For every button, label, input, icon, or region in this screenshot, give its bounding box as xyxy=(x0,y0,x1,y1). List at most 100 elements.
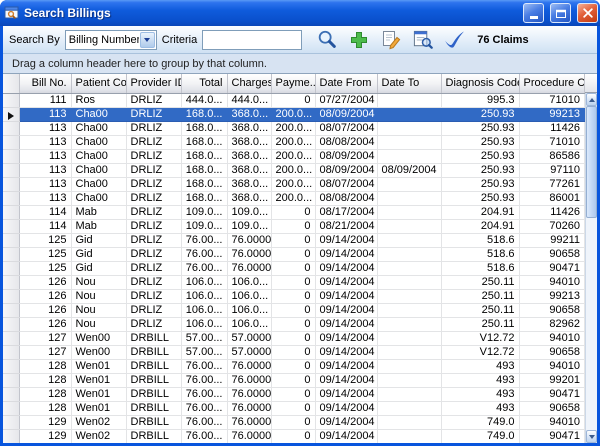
cell[interactable] xyxy=(377,135,441,149)
cell[interactable]: Wen00 xyxy=(71,345,126,359)
row-indicator-cell[interactable] xyxy=(3,289,19,303)
cell[interactable]: 128 xyxy=(19,373,71,387)
column-header-total[interactable]: Total xyxy=(181,74,227,93)
cell[interactable]: 09/14/2004 xyxy=(315,429,377,443)
cell[interactable]: 76.0000 xyxy=(227,247,271,261)
cell[interactable]: 168.0... xyxy=(181,191,227,205)
cell[interactable]: 07/27/2004 xyxy=(315,93,377,107)
cell[interactable]: 0 xyxy=(271,317,315,331)
cell[interactable]: 250.93 xyxy=(441,177,519,191)
cell[interactable]: DRLIZ xyxy=(126,121,181,135)
cell[interactable]: 168.0... xyxy=(181,149,227,163)
search-button[interactable] xyxy=(313,27,340,52)
cell[interactable] xyxy=(377,359,441,373)
cell[interactable]: 168.0... xyxy=(181,107,227,121)
cell[interactable]: DRBILL xyxy=(126,415,181,429)
cell[interactable]: Cha00 xyxy=(71,107,126,121)
row-indicator-cell[interactable] xyxy=(3,387,19,401)
table-row[interactable]: 125GidDRLIZ76.00...76.0000009/14/2004518… xyxy=(3,247,585,261)
cell[interactable]: 493 xyxy=(441,373,519,387)
table-row[interactable]: 126NouDRLIZ106.0...106.0...009/14/200425… xyxy=(3,303,585,317)
cell[interactable]: 76.00... xyxy=(181,359,227,373)
cell[interactable]: DRLIZ xyxy=(126,261,181,275)
table-row[interactable]: 125GidDRLIZ76.00...76.0000009/14/2004518… xyxy=(3,261,585,275)
cell[interactable]: DRLIZ xyxy=(126,191,181,205)
cell[interactable]: 250.93 xyxy=(441,135,519,149)
cell[interactable]: V12.72 xyxy=(441,345,519,359)
row-indicator-cell[interactable] xyxy=(3,163,19,177)
submit-claims-button[interactable] xyxy=(441,27,468,52)
cell[interactable] xyxy=(377,149,441,163)
cell[interactable] xyxy=(377,107,441,121)
table-row[interactable]: 113Cha00DRLIZ168.0...368.0...200.0...08/… xyxy=(3,163,585,177)
cell[interactable]: DRLIZ xyxy=(126,303,181,317)
cell[interactable]: 127 xyxy=(19,331,71,345)
row-indicator-cell[interactable] xyxy=(3,233,19,247)
cell[interactable]: 57.0000 xyxy=(227,331,271,345)
table-row[interactable]: 113Cha00DRLIZ168.0...368.0...200.0...08/… xyxy=(3,177,585,191)
cell[interactable]: DRBILL xyxy=(126,345,181,359)
cell[interactable]: 200.0... xyxy=(271,121,315,135)
search-by-combobox[interactable]: Billing Number xyxy=(65,30,157,50)
cell[interactable]: DRBILL xyxy=(126,373,181,387)
row-indicator-cell[interactable] xyxy=(3,345,19,359)
cell[interactable]: 204.91 xyxy=(441,219,519,233)
cell[interactable]: 368.0... xyxy=(227,191,271,205)
cell[interactable]: 106.0... xyxy=(227,275,271,289)
cell[interactable]: Cha00 xyxy=(71,177,126,191)
cell[interactable]: 76.0000 xyxy=(227,233,271,247)
cell[interactable] xyxy=(377,93,441,107)
cell[interactable]: DRLIZ xyxy=(126,135,181,149)
cell[interactable]: 94010 xyxy=(519,275,585,289)
cell[interactable]: 86001 xyxy=(519,191,585,205)
cell[interactable]: 518.6 xyxy=(441,261,519,275)
cell[interactable]: DRLIZ xyxy=(126,275,181,289)
row-indicator-cell[interactable] xyxy=(3,219,19,233)
cell[interactable]: 368.0... xyxy=(227,177,271,191)
row-indicator-cell[interactable] xyxy=(3,247,19,261)
cell[interactable]: 109.0... xyxy=(227,219,271,233)
cell[interactable]: 250.93 xyxy=(441,191,519,205)
cell[interactable]: 125 xyxy=(19,247,71,261)
cell[interactable]: 250.11 xyxy=(441,317,519,331)
cell[interactable]: Mab xyxy=(71,205,126,219)
cell[interactable]: 0 xyxy=(271,219,315,233)
cell[interactable]: 94010 xyxy=(519,359,585,373)
cell[interactable]: 200.0... xyxy=(271,149,315,163)
cell[interactable]: 94010 xyxy=(519,331,585,345)
cell[interactable]: 76.00... xyxy=(181,373,227,387)
cell[interactable]: 749.0 xyxy=(441,429,519,443)
cell[interactable]: Mab xyxy=(71,219,126,233)
cell[interactable]: 125 xyxy=(19,261,71,275)
cell[interactable]: 09/14/2004 xyxy=(315,247,377,261)
cell[interactable]: 76.0000 xyxy=(227,387,271,401)
cell[interactable]: 09/14/2004 xyxy=(315,261,377,275)
cell[interactable]: 113 xyxy=(19,107,71,121)
cell[interactable]: 94010 xyxy=(519,415,585,429)
cell[interactable]: 76.0000 xyxy=(227,373,271,387)
cell[interactable]: 114 xyxy=(19,219,71,233)
cell[interactable]: Wen01 xyxy=(71,387,126,401)
cell[interactable]: 126 xyxy=(19,317,71,331)
cell[interactable]: DRLIZ xyxy=(126,149,181,163)
cell[interactable]: 200.0... xyxy=(271,135,315,149)
cell[interactable]: 08/07/2004 xyxy=(315,177,377,191)
row-indicator-cell[interactable] xyxy=(3,261,19,275)
cell[interactable]: 0 xyxy=(271,205,315,219)
cell[interactable]: 0 xyxy=(271,261,315,275)
cell[interactable]: 109.0... xyxy=(227,205,271,219)
vertical-scrollbar[interactable] xyxy=(585,93,597,443)
table-row[interactable]: 125GidDRLIZ76.00...76.0000009/14/2004518… xyxy=(3,233,585,247)
table-row[interactable]: 126NouDRLIZ106.0...106.0...009/14/200425… xyxy=(3,317,585,331)
cell[interactable]: 493 xyxy=(441,387,519,401)
row-indicator-cell[interactable] xyxy=(3,107,19,121)
cell[interactable]: 368.0... xyxy=(227,107,271,121)
title-bar[interactable]: Search Billings xyxy=(0,0,600,26)
table-row[interactable]: 114MabDRLIZ109.0...109.0...008/21/200420… xyxy=(3,219,585,233)
cell[interactable]: DRLIZ xyxy=(126,107,181,121)
criteria-input[interactable] xyxy=(202,30,302,50)
cell[interactable]: 128 xyxy=(19,359,71,373)
cell[interactable]: 200.0... xyxy=(271,191,315,205)
cell[interactable]: 129 xyxy=(19,429,71,443)
cell[interactable]: 368.0... xyxy=(227,163,271,177)
